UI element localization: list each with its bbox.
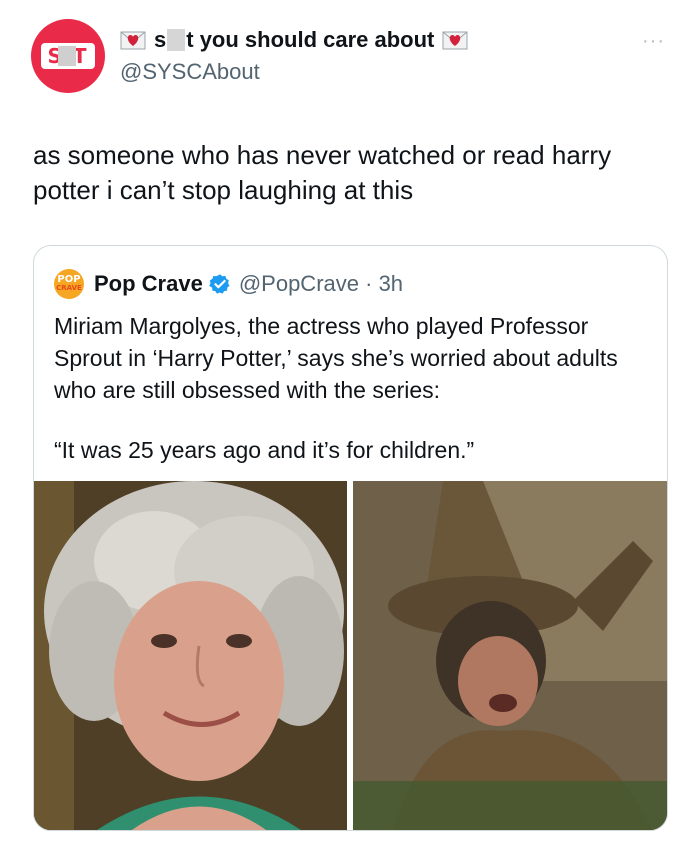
pop-crave-avatar[interactable]: POP CRAVE — [54, 269, 84, 299]
quoted-tweet-card[interactable]: POP CRAVE Pop Crave @PopCrave · 3h Miria… — [33, 245, 668, 831]
name-censor-block — [167, 29, 186, 51]
quoted-tweet-header: POP CRAVE Pop Crave @PopCrave · 3h — [54, 269, 403, 299]
heart-envelope-icon — [442, 31, 468, 50]
pop-crave-logo-top: POP — [57, 274, 81, 285]
avatar-logo: S T — [41, 43, 95, 69]
verified-badge-icon — [209, 274, 230, 294]
photo-miriam-portrait[interactable] — [34, 481, 347, 830]
tweet-text: as someone who has never watched or read… — [33, 140, 612, 205]
quoted-author-handle[interactable]: @PopCrave · 3h — [239, 271, 403, 297]
author-avatar[interactable]: S T — [31, 19, 105, 93]
more-options-icon[interactable]: ··· — [642, 30, 665, 53]
photo-professor-sprout[interactable] — [353, 481, 667, 830]
author-handle[interactable]: @SYSCAbout — [120, 59, 260, 85]
portrait-illustration — [34, 481, 347, 830]
avatar-censor-block — [58, 46, 76, 66]
pop-crave-logo-bottom: CRAVE — [56, 284, 82, 292]
sprout-illustration — [353, 481, 667, 830]
quoted-author-name[interactable]: Pop Crave — [94, 271, 203, 297]
heart-envelope-icon — [120, 31, 146, 50]
quoted-tweet-quote: “It was 25 years ago and it’s for childr… — [54, 437, 475, 463]
author-name-row[interactable]: st you should care about — [120, 27, 468, 53]
quoted-tweet-text: Miriam Margolyes, the actress who played… — [54, 313, 618, 403]
author-display-name[interactable]: st you should care about — [154, 27, 434, 53]
